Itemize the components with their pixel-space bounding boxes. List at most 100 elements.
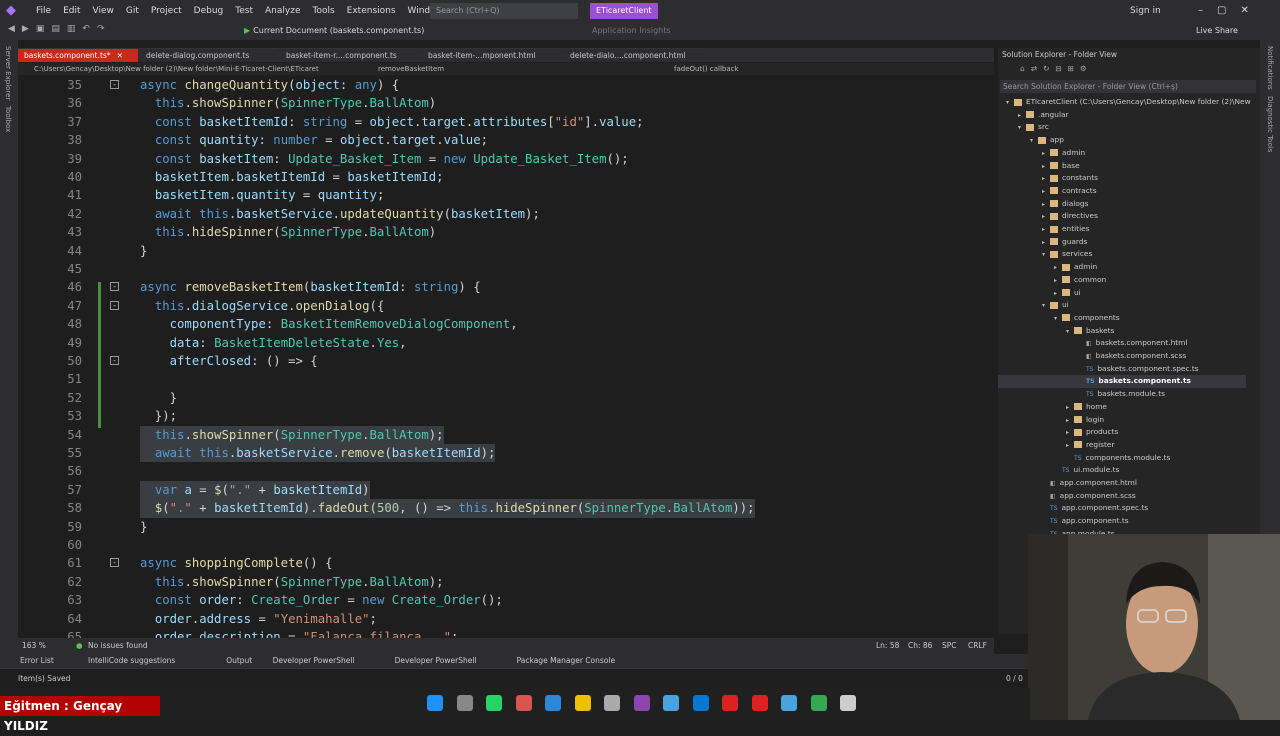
save-icon[interactable]: ▤ <box>51 24 60 34</box>
tree-item[interactable]: ▸ products <box>998 426 1246 439</box>
bottom-tab[interactable]: IntelliCode suggestions <box>88 654 175 668</box>
tree-item[interactable]: ▸ constants <box>998 172 1246 185</box>
new-file-icon[interactable]: ▣ <box>36 24 45 34</box>
collapse-icon[interactable]: ⊟ <box>1055 64 1061 76</box>
tree-item[interactable]: TS app.component.ts <box>998 515 1246 528</box>
tree-item[interactable]: ▸ home <box>998 401 1246 414</box>
code-line[interactable]: 43 this.hideSpinner(SpinnerType.BallAtom… <box>18 223 994 241</box>
sign-in-link[interactable]: Sign in <box>1130 0 1161 22</box>
fold-toggle-icon[interactable]: - <box>110 558 119 568</box>
minimize-icon[interactable]: – <box>1198 0 1203 22</box>
opera-icon[interactable] <box>722 695 738 711</box>
tree-item[interactable]: ▸ admin <box>998 261 1246 274</box>
code-line[interactable]: 62 this.showSpinner(SpinnerType.BallAtom… <box>18 573 994 591</box>
menu-item-extensions[interactable]: Extensions <box>341 0 402 22</box>
bottom-tab[interactable]: Output <box>226 654 252 668</box>
solution-search-input[interactable]: Search Solution Explorer - Folder View (… <box>1000 80 1256 93</box>
chrome-icon[interactable] <box>810 695 827 711</box>
code-line[interactable]: 53 }); <box>18 407 994 425</box>
code-line[interactable]: 45 <box>18 260 994 278</box>
document-tab[interactable]: delete-dialog.component.ts <box>140 48 278 62</box>
code-line[interactable]: 36 this.showSpinner(SpinnerType.BallAtom… <box>18 94 994 112</box>
photos-icon[interactable] <box>663 695 679 711</box>
menu-item-analyze[interactable]: Analyze <box>259 0 306 22</box>
live-share-button[interactable]: Live Share <box>1196 24 1238 38</box>
code-line[interactable]: 60 <box>18 536 994 554</box>
terminal-icon[interactable] <box>604 695 620 711</box>
code-line[interactable]: 50 - afterClosed: () => { <box>18 352 994 370</box>
tree-item[interactable]: ◧ baskets.component.scss <box>998 350 1246 363</box>
document-tab[interactable]: baskets.component.ts* ✕ <box>18 48 138 62</box>
bottom-tab[interactable]: Package Manager Console <box>517 654 616 668</box>
code-line[interactable]: 65 order.description = "Falanca filanca.… <box>18 628 994 638</box>
fold-toggle-icon[interactable]: - <box>110 356 119 365</box>
code-line[interactable]: 55 await this.basketService.remove(baske… <box>18 444 994 463</box>
maximize-icon[interactable]: ▢ <box>1217 0 1226 22</box>
tree-item[interactable]: ▸ entities <box>998 223 1246 236</box>
whatsapp-icon[interactable] <box>486 695 502 711</box>
recorder-icon[interactable] <box>751 695 768 711</box>
save-all-icon[interactable]: ▥ <box>67 24 76 34</box>
tree-item[interactable]: ▸ contracts <box>998 185 1246 198</box>
menu-item-view[interactable]: View <box>87 0 120 22</box>
code-line[interactable]: 37 const basketItemId: string = object.t… <box>18 113 994 131</box>
bottom-tab[interactable]: Developer PowerShell <box>273 654 355 668</box>
code-line[interactable]: 63 const order: Create_Order = new Creat… <box>18 591 994 609</box>
tree-item[interactable]: ◧ baskets.component.html <box>998 337 1246 350</box>
menu-item-git[interactable]: Git <box>120 0 145 22</box>
tree-item[interactable]: ▾ src <box>998 121 1246 134</box>
back-icon[interactable]: ◀ <box>8 24 15 34</box>
edge-icon[interactable] <box>692 695 709 711</box>
git-changes[interactable]: 0 / 0 <box>1006 669 1023 689</box>
tree-item[interactable]: ▸ base <box>998 160 1246 173</box>
fold-toggle-icon[interactable]: - <box>110 300 119 310</box>
close-icon[interactable]: ✕ <box>1240 0 1248 22</box>
sync-icon[interactable]: ⇄ <box>1031 64 1037 76</box>
tree-item[interactable]: TS baskets.module.ts <box>998 388 1246 401</box>
member-dropdown[interactable]: removeBasketItem <box>378 63 444 75</box>
tree-item[interactable]: ▸ .angular <box>998 109 1246 122</box>
menu-item-project[interactable]: Project <box>145 0 188 22</box>
bottom-tab[interactable]: Error List <box>20 654 54 668</box>
tree-item[interactable]: TS app.component.spec.ts <box>998 502 1246 515</box>
tree-item[interactable]: ▸ guards <box>998 236 1246 249</box>
code-line[interactable]: 48 componentType: BasketItemRemoveDialog… <box>18 315 994 333</box>
menu-item-edit[interactable]: Edit <box>57 0 86 22</box>
document-tab[interactable]: delete-dialo....component.html <box>564 48 704 62</box>
store-icon[interactable] <box>545 695 561 711</box>
fold-toggle-icon[interactable]: - <box>110 80 119 89</box>
code-line[interactable]: 38 const quantity: number = object.targe… <box>18 131 994 149</box>
notifications-tab[interactable]: Notifications <box>1266 46 1274 90</box>
tree-item[interactable]: ◧ app.component.html <box>998 477 1246 490</box>
tree-item[interactable]: ▾ services <box>998 248 1246 261</box>
tree-item[interactable]: TS baskets.component.spec.ts <box>998 363 1246 376</box>
menu-item-tools[interactable]: Tools <box>306 0 340 22</box>
code-line[interactable]: 56 <box>18 462 994 480</box>
windows-start-icon[interactable] <box>427 695 443 711</box>
tree-item[interactable]: ▸ dialogs <box>998 198 1246 211</box>
line-ending-indicator[interactable]: CRLF <box>968 638 987 654</box>
issues-label[interactable]: No issues found <box>88 638 148 654</box>
tree-item[interactable]: ◧ app.component.scss <box>998 490 1246 503</box>
code-line[interactable]: 46 - async removeBasketItem(basketItemId: … <box>18 278 994 296</box>
tree-item[interactable]: TS components.module.ts <box>998 452 1246 465</box>
code-editor[interactable]: 35 - async changeQuantity(object: any) {36… <box>18 76 994 638</box>
code-line[interactable]: 47 - this.dialogService.openDialog({ <box>18 297 994 315</box>
redo-icon[interactable]: ↷ <box>97 24 105 34</box>
code-line[interactable]: 42 await this.basketService.updateQuanti… <box>18 205 994 223</box>
tree-item[interactable]: ▸ common <box>998 274 1246 287</box>
explorer-icon[interactable] <box>574 695 591 711</box>
code-line[interactable]: 54 this.showSpinner(SpinnerType.BallAtom… <box>18 425 994 444</box>
tree-item[interactable]: ▾ app <box>998 134 1246 147</box>
menu-item-file[interactable]: File <box>30 0 57 22</box>
forward-icon[interactable]: ▶ <box>22 24 29 34</box>
code-line[interactable]: 64 order.address = "Yenimahalle"; <box>18 610 994 628</box>
search-icon[interactable] <box>456 695 473 711</box>
show-all-icon[interactable]: ⊞ <box>1068 64 1074 76</box>
search-box[interactable]: Search (Ctrl+Q) <box>430 3 578 19</box>
visual-studio-icon[interactable] <box>633 695 650 711</box>
code-line[interactable]: 57 var a = $("." + basketItemId) <box>18 480 994 500</box>
tree-item[interactable]: ▸ register <box>998 439 1246 452</box>
code-line[interactable]: 49 data: BasketItemDeleteState.Yes, <box>18 334 994 352</box>
tree-item[interactable]: ▸ directives <box>998 210 1246 223</box>
